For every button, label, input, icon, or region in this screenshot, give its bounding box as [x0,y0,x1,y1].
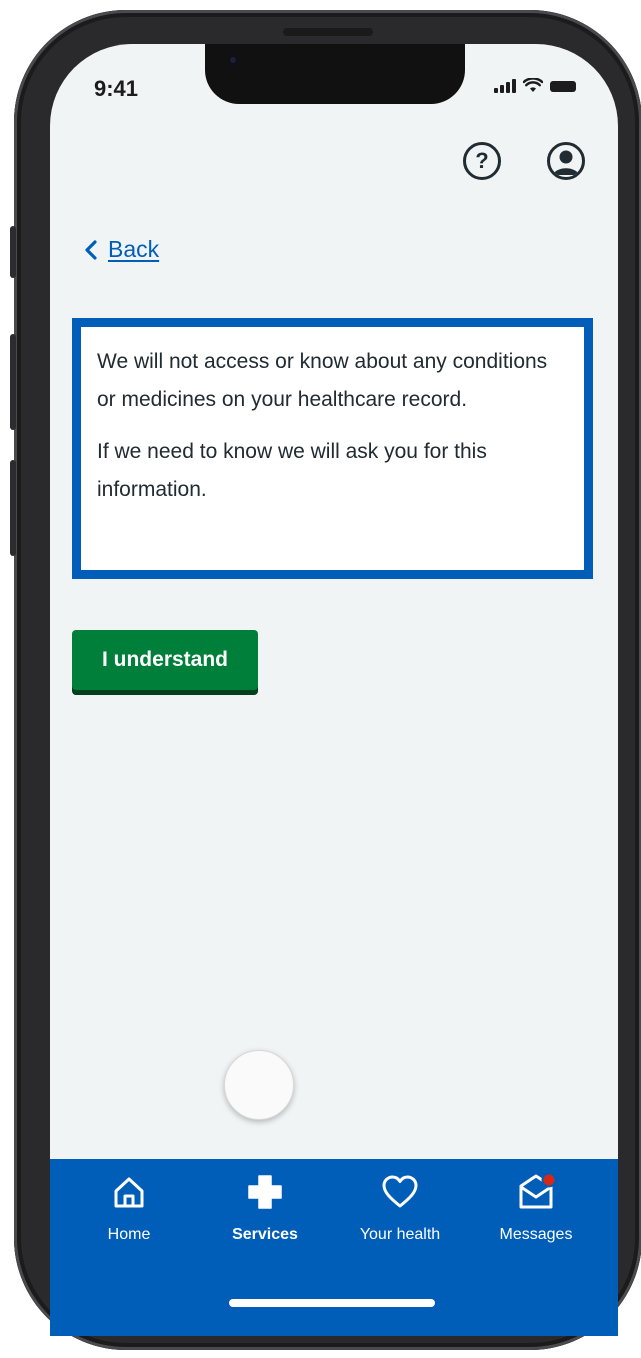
tab-home[interactable]: Home [69,1172,189,1244]
help-glyph: ? [475,148,489,173]
notification-dot-icon [541,1172,556,1188]
volume-up-button [10,334,16,430]
notch [205,44,465,104]
tab-your-health[interactable]: Your health [340,1172,460,1244]
home-indicator[interactable] [229,1299,435,1307]
tab-label: Services [232,1226,298,1243]
services-cross-icon [248,1175,282,1209]
info-paragraph: We will not access or know about any con… [97,350,548,411]
user-avatar-icon [553,150,579,175]
home-icon [114,1177,144,1208]
signal-icon [494,79,516,93]
info-paragraph: If we need to know we will ask you for t… [97,440,487,501]
assistive-touch-button[interactable] [224,1050,294,1120]
silent-switch [10,226,16,278]
status-time: 9:41 [94,76,139,101]
screenshot-stage: 9:41 ? Back We will not access or know a… [0,0,641,1358]
tab-messages[interactable]: Messages [476,1172,596,1244]
tab-services[interactable]: Services [205,1172,325,1244]
heart-icon [382,1175,418,1208]
wifi-icon [523,78,543,92]
earpiece-speaker [283,28,373,36]
back-label: Back [108,236,160,262]
i-understand-button[interactable]: I understand [72,630,258,690]
messages-icon [519,1172,556,1209]
chevron-left-icon [85,239,97,260]
back-link[interactable]: Back [84,236,159,263]
battery-icon [550,81,576,92]
info-inset-box: We will not access or know about any con… [72,318,593,579]
tab-label: Home [107,1226,151,1243]
tab-label: Your health [359,1226,441,1243]
front-camera [227,54,239,66]
help-icon[interactable]: ? [463,142,501,180]
profile-icon[interactable] [547,142,585,180]
tab-label: Messages [499,1226,573,1243]
volume-down-button [10,460,16,556]
status-icons [494,78,576,93]
